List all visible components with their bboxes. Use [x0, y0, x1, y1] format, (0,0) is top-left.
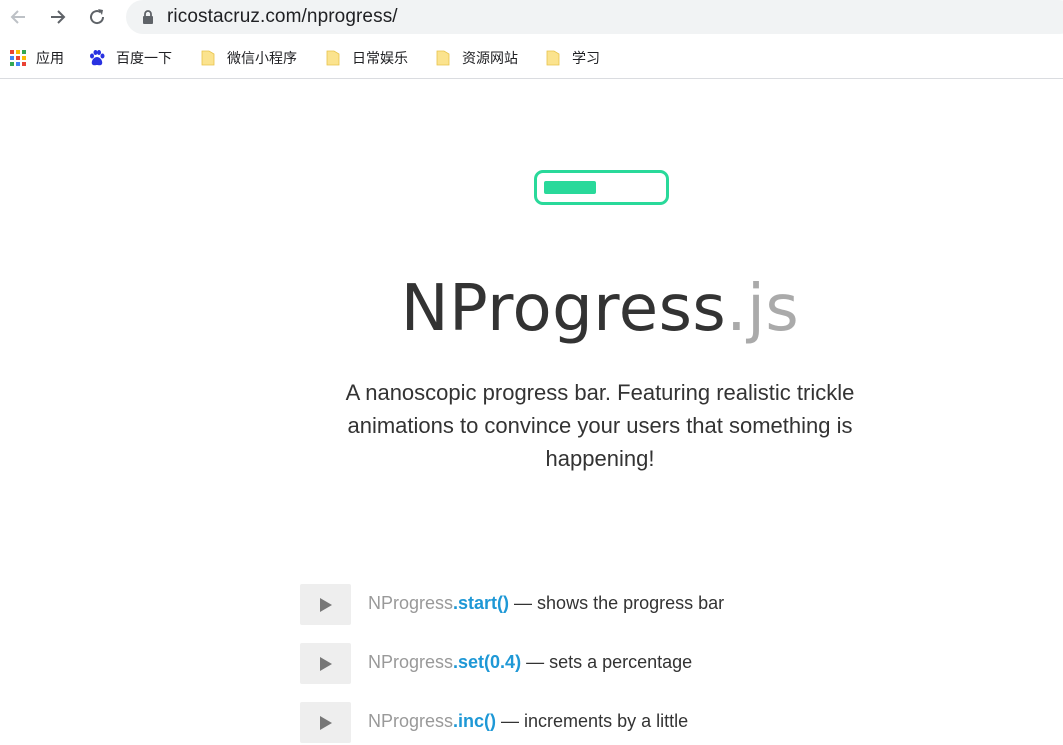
forward-button[interactable] [45, 4, 71, 30]
example-row-inc: NProgress.inc() — increments by a little [300, 702, 900, 743]
page-title: NProgress.js [0, 272, 1063, 346]
code-method: .start() [453, 593, 510, 613]
folder-icon [436, 50, 450, 66]
bookmark-apps[interactable]: 应用 [10, 47, 64, 69]
code-object: NProgress [368, 652, 454, 672]
url-text: ricostacruz.com/nprogress/ [167, 6, 398, 27]
reload-button[interactable] [84, 4, 110, 30]
code-object: NProgress [368, 593, 454, 613]
browser-toolbar: ricostacruz.com/nprogress/ [0, 0, 1063, 34]
folder-icon [201, 50, 215, 66]
code-object: NProgress [368, 711, 454, 731]
bookmark-folder-resources[interactable]: 资源网站 [434, 47, 518, 69]
brand-name: NProgress [400, 272, 727, 346]
bookmark-label: 微信小程序 [227, 51, 297, 67]
bookmark-label: 百度一下 [116, 51, 172, 67]
demo-progress-bar [534, 170, 669, 205]
example-code: NProgress.set(0.4) — sets a percentage [368, 652, 692, 673]
code-method: .inc() [453, 711, 497, 731]
play-inc-button[interactable] [300, 702, 351, 743]
play-icon [319, 656, 332, 671]
lock-icon [143, 10, 153, 24]
code-description: — shows the progress bar [509, 593, 725, 613]
play-set-button[interactable] [300, 643, 351, 684]
example-code: NProgress.start() — shows the progress b… [368, 593, 724, 614]
folder-icon [326, 50, 340, 66]
baidu-paw-icon [90, 50, 105, 66]
play-start-button[interactable] [300, 584, 351, 625]
bookmarks-bar: 应用 百度一下 微信小程序 日常娱乐 资源网站 学习 [0, 38, 1063, 79]
bookmark-folder-wechat[interactable]: 微信小程序 [199, 47, 297, 69]
bookmark-label: 日常娱乐 [352, 51, 408, 67]
code-description: — sets a percentage [521, 652, 693, 672]
bookmark-label: 应用 [36, 51, 64, 67]
example-row-start: NProgress.start() — shows the progress b… [300, 584, 900, 625]
play-icon [319, 715, 332, 730]
folder-icon [546, 50, 560, 66]
example-code: NProgress.inc() — increments by a little [368, 711, 688, 732]
code-description: — increments by a little [496, 711, 689, 731]
reload-icon [90, 9, 105, 25]
demo-progress-fill [544, 181, 596, 194]
example-row-set: NProgress.set(0.4) — sets a percentage [300, 643, 900, 684]
bookmark-label: 学习 [572, 51, 600, 67]
back-button[interactable] [5, 4, 31, 30]
code-method: .set(0.4) [453, 652, 522, 672]
bookmark-folder-study[interactable]: 学习 [544, 47, 600, 69]
forward-arrow-icon [51, 10, 66, 24]
back-arrow-icon [10, 10, 25, 24]
address-bar[interactable]: ricostacruz.com/nprogress/ [126, 0, 1063, 34]
bookmark-label: 资源网站 [462, 51, 518, 67]
brand-extension: .js [726, 272, 800, 346]
play-icon [319, 597, 332, 612]
apps-grid-icon [10, 50, 26, 66]
tagline: A nanoscopic progress bar. Featuring rea… [345, 380, 855, 471]
bookmark-folder-entertainment[interactable]: 日常娱乐 [324, 47, 408, 69]
bookmark-baidu[interactable]: 百度一下 [88, 47, 172, 69]
